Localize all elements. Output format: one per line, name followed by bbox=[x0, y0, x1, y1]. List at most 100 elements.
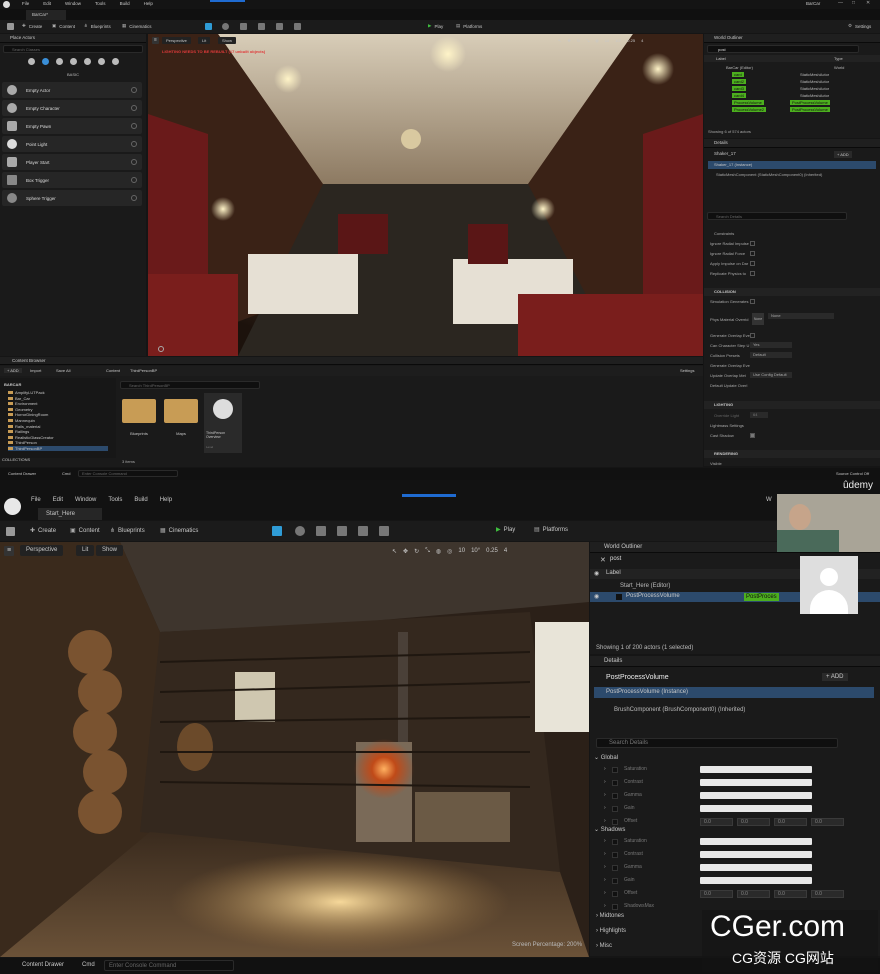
actor-player-start[interactable]: Player Start bbox=[2, 154, 142, 170]
menu-edit[interactable]: Edit bbox=[53, 497, 63, 503]
outliner-row[interactable]: card3 StaticMeshActor bbox=[704, 85, 880, 92]
create-button[interactable]: ✚ Create bbox=[30, 527, 56, 535]
lighting-section[interactable]: LIGHTING bbox=[704, 401, 880, 409]
lights-icon[interactable] bbox=[56, 58, 63, 65]
viewport-options-icon[interactable]: ≡ bbox=[152, 37, 159, 44]
label-column[interactable]: Label bbox=[606, 570, 621, 576]
world-outliner-tab[interactable]: World Outliner bbox=[704, 34, 880, 43]
details-tab[interactable]: Details bbox=[590, 656, 880, 667]
checkbox[interactable] bbox=[750, 241, 755, 246]
menu-help[interactable]: Help bbox=[144, 1, 153, 6]
menu-build[interactable]: Build bbox=[134, 497, 147, 503]
menu-help[interactable]: Help bbox=[160, 497, 172, 503]
play-button[interactable]: ▶ Play bbox=[428, 23, 443, 29]
expand-icon[interactable]: › bbox=[604, 766, 606, 772]
lightmap-res[interactable]: 64 bbox=[750, 412, 768, 418]
override-checkbox[interactable] bbox=[612, 793, 618, 799]
checkbox[interactable] bbox=[750, 299, 755, 304]
expand-icon[interactable]: › bbox=[604, 818, 606, 824]
offset-field[interactable]: 0.0 bbox=[774, 890, 807, 898]
content-browser-tab[interactable]: Content Browser bbox=[0, 357, 703, 365]
checkbox[interactable] bbox=[750, 251, 755, 256]
offset-field[interactable]: 0.0 bbox=[774, 818, 807, 826]
expand-icon[interactable]: › bbox=[604, 864, 606, 870]
expand-icon[interactable]: › bbox=[604, 779, 606, 785]
visibility-icon[interactable]: ◉ bbox=[594, 570, 599, 577]
midtones-section[interactable]: › Midtones bbox=[596, 913, 624, 919]
details-search-input[interactable]: Search Details bbox=[707, 212, 847, 220]
breadcrumb-content[interactable]: Content bbox=[106, 368, 120, 373]
show-button[interactable]: Show bbox=[218, 37, 237, 44]
rendering-section[interactable]: RENDERING bbox=[704, 450, 880, 458]
outliner-search-input[interactable]: post bbox=[707, 45, 859, 53]
color-wheel-bar[interactable] bbox=[700, 838, 812, 845]
actor-box-trigger[interactable]: Box Trigger bbox=[2, 172, 142, 188]
select-mode-icon[interactable] bbox=[272, 526, 282, 536]
asset-folder[interactable]: Maps bbox=[164, 395, 198, 437]
preset-dropdown[interactable]: Default bbox=[750, 352, 792, 358]
type-column[interactable]: Type bbox=[834, 56, 843, 61]
outliner-row[interactable]: ProcessVolume2 PostProcessVolume bbox=[704, 106, 880, 113]
color-wheel-bar[interactable] bbox=[700, 851, 812, 858]
perspective-button[interactable]: Perspective bbox=[20, 545, 64, 556]
tree-folder[interactable]: Mannequin bbox=[8, 418, 35, 423]
expand-icon[interactable]: › bbox=[604, 851, 606, 857]
override-checkbox[interactable] bbox=[612, 891, 618, 897]
tree-folder[interactable]: HorrorDiningRoom bbox=[8, 412, 48, 417]
content-drawer-button[interactable]: Content Drawer bbox=[22, 962, 64, 968]
save-icon[interactable] bbox=[6, 527, 15, 536]
select-icon[interactable]: ↖ bbox=[558, 38, 561, 43]
highlights-section[interactable]: › Highlights bbox=[596, 928, 626, 934]
tree-folder[interactable]: ThirdPerson bbox=[8, 440, 37, 445]
expand-icon[interactable]: › bbox=[604, 890, 606, 896]
breadcrumb-folder[interactable]: ThirdPersonBP bbox=[130, 368, 157, 373]
override-checkbox[interactable] bbox=[612, 852, 618, 858]
cb-search-input[interactable]: Search ThirdPersonBP bbox=[120, 381, 260, 389]
outliner-search-input[interactable]: post bbox=[610, 556, 770, 566]
create-button[interactable]: ✚ Create bbox=[22, 23, 42, 29]
tree-folder[interactable]: Railings bbox=[8, 429, 29, 434]
label-column[interactable]: Label bbox=[716, 56, 726, 61]
modeling-icon[interactable] bbox=[294, 23, 301, 30]
offset-field[interactable]: 0.0 bbox=[737, 818, 770, 826]
outliner-root[interactable]: BarCar (Editor) World bbox=[704, 64, 880, 71]
menu-window[interactable]: Window bbox=[65, 1, 81, 6]
add-component-button[interactable]: + ADD bbox=[834, 151, 852, 158]
content-drawer-button[interactable]: Content Drawer bbox=[8, 471, 36, 476]
details-tab[interactable]: Details bbox=[704, 139, 880, 148]
blueprints-button[interactable]: ⋔ Blueprints bbox=[110, 527, 145, 535]
color-wheel-bar[interactable] bbox=[700, 779, 812, 786]
outliner-row[interactable]: card2 StaticMeshActor bbox=[704, 78, 880, 85]
camera-speed[interactable]: 4 bbox=[504, 548, 507, 554]
expand-icon[interactable]: › bbox=[604, 877, 606, 883]
move-icon[interactable]: ✥ bbox=[567, 38, 570, 43]
angle-snap[interactable]: 10° bbox=[615, 38, 621, 43]
menu-file[interactable]: File bbox=[22, 1, 29, 6]
show-button[interactable]: Show bbox=[96, 545, 124, 556]
instance-row[interactable]: PostProcessVolume (Instance) bbox=[594, 687, 874, 698]
menu-file[interactable]: File bbox=[31, 497, 41, 503]
shapes-icon[interactable] bbox=[70, 58, 77, 65]
expand-icon[interactable]: › bbox=[604, 903, 606, 909]
clear-search-icon[interactable]: ✕ bbox=[600, 556, 606, 564]
console-input[interactable]: Enter Console Command bbox=[78, 470, 178, 477]
shadows-section[interactable]: ⌄ Shadows bbox=[594, 826, 625, 833]
class-search-input[interactable]: Search Classes bbox=[3, 45, 143, 53]
misc-section[interactable]: › Misc bbox=[596, 943, 612, 949]
component-row[interactable]: StaticMeshComponent (StaticMeshComponent… bbox=[716, 172, 822, 177]
menu-edit[interactable]: Edit bbox=[43, 1, 51, 6]
outliner-row[interactable]: card4 StaticMeshActor bbox=[704, 92, 880, 99]
details-actor-name[interactable]: PostProcessVolume bbox=[606, 674, 669, 681]
offset-field[interactable]: 0.0 bbox=[737, 890, 770, 898]
level-tab[interactable]: Start_Here bbox=[38, 508, 102, 520]
override-checkbox[interactable] bbox=[612, 806, 618, 812]
tree-folder[interactable]: Geometry bbox=[8, 407, 33, 412]
override-checkbox[interactable] bbox=[612, 780, 618, 786]
checkbox[interactable] bbox=[750, 261, 755, 266]
component-row[interactable]: BrushComponent (BrushComponent0) (Inheri… bbox=[614, 707, 745, 713]
perspective-button[interactable]: Perspective bbox=[162, 37, 191, 44]
content-button[interactable]: ▣ Content bbox=[52, 23, 75, 29]
global-section[interactable]: ⌄ Global bbox=[594, 754, 618, 761]
close-icon[interactable]: ✕ bbox=[866, 0, 870, 6]
lit-button[interactable]: Lit bbox=[76, 545, 95, 556]
